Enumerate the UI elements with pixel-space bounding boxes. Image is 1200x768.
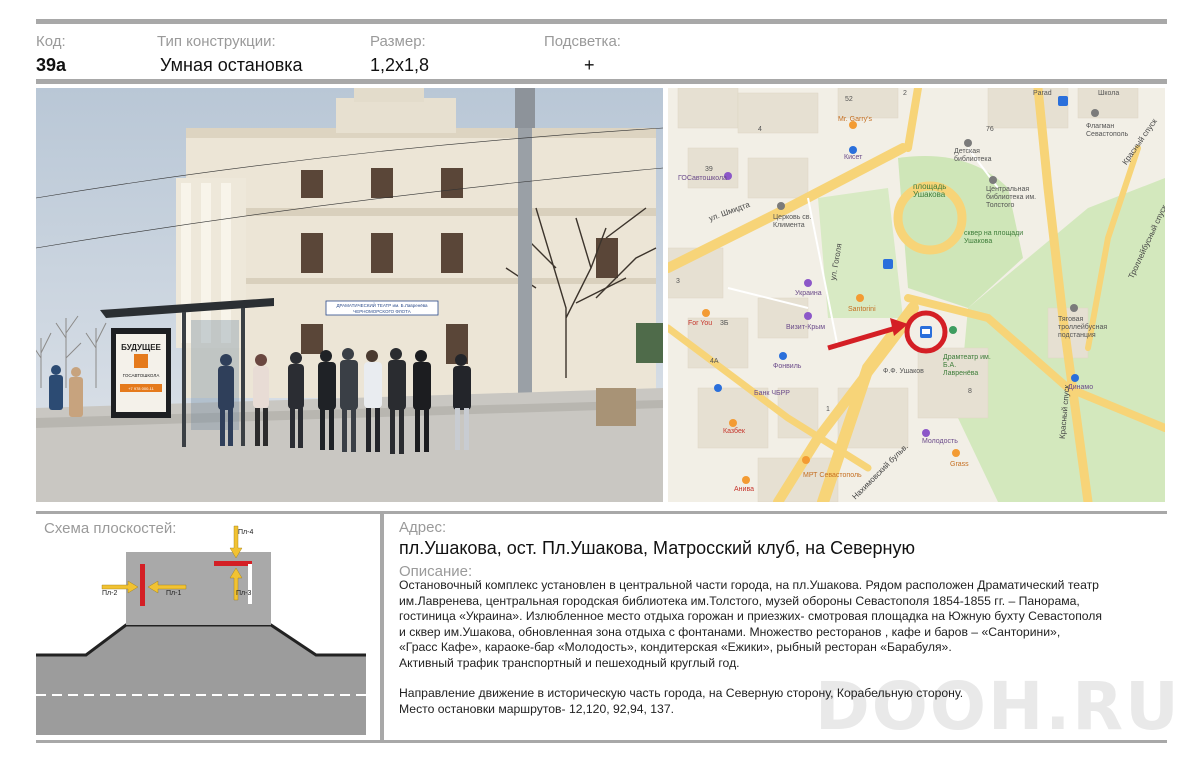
theatre-sign-line2: ЧЕРНОМОРСКОГО ФЛОТА: [353, 309, 411, 314]
light-value: +: [584, 55, 595, 75]
size-label: Размер:: [370, 33, 426, 50]
location-photo: ДРАМАТИЧЕСКИЙ ТЕАТР им. Б.Лавренёва ЧЕРН…: [36, 88, 663, 502]
plane-3-tag: Пл-3: [236, 590, 252, 597]
map-label-ushakov-monument: Ф.Ф. Ушаков: [883, 368, 924, 375]
map-label-76: 76: [986, 126, 994, 133]
map-label-mr-garrys: Mr. Garry's: [838, 116, 873, 123]
map-label-3: 3: [676, 278, 680, 285]
map-label-dinamo: Динамо: [1068, 384, 1094, 391]
vertical-divider: [380, 514, 384, 742]
map-label-gosavtoshkola: ГОСавтошкола: [678, 175, 727, 182]
map-label-molodost: Молодость: [922, 438, 958, 445]
map-label-bank-chbrr: Банк ЧБРР: [754, 390, 790, 397]
description-line: «Грасс Кафе», караоке-бар «Молодость», к…: [399, 640, 952, 654]
map-label-church: Церковь св. Климента: [773, 214, 812, 229]
map-label-1: 1: [826, 406, 830, 413]
map-label-fonvil: Фонвиль: [773, 363, 802, 370]
map-label-for-you: For You: [688, 320, 713, 327]
map-label-mrt: МРТ Севастополь: [803, 472, 862, 479]
description-line: и сквер им.Ушакова, обновленная зона отд…: [399, 624, 1061, 639]
billboard-phone: +7 978 000-11: [128, 386, 154, 391]
map-label-grass: Grass: [950, 461, 969, 468]
plane-1-tag: Пл-1: [166, 590, 182, 597]
type-value: Умная остановка: [160, 55, 303, 75]
plane-4-tag: Пл-4: [238, 529, 254, 536]
scheme-title: Схема плоскостей:: [44, 520, 177, 537]
map-label-kazbek: Казбек: [723, 428, 745, 435]
section-divider: [36, 511, 1167, 514]
map-label-vizit-krym: Визит-Крым: [786, 324, 826, 331]
header-bottom-rule: [36, 79, 1167, 84]
billboard-brand: ГОСАВТОШКОЛА: [123, 373, 160, 378]
map-label-drama-theatre: Драмтеатр им. Б.А. Лавренёва: [943, 354, 991, 377]
map-label-santorini: Santorini: [848, 306, 876, 313]
map-label-ukraina: Украина: [795, 290, 822, 297]
type-label: Тип конструкции:: [157, 33, 276, 50]
description-line: Остановочный комплекс установлен в центр…: [399, 578, 1099, 592]
map-label-child-library: Детская библиотека: [954, 148, 992, 163]
map-label-2: 2: [903, 90, 907, 97]
address-label: Адрес:: [399, 519, 447, 536]
planes-scheme: Пл-4 Пл-2 Пл-1 Пл-3: [36, 520, 376, 740]
code-value: 39а: [36, 55, 67, 75]
map-label-4: 4: [758, 126, 762, 133]
map-label-tolstoy-library: Центральная библиотека им. Толстого: [986, 186, 1037, 209]
direction-line: Направление движение в историческую част…: [399, 686, 964, 700]
description-line: им.Лавренева, центральная городская библ…: [399, 593, 1080, 608]
description-line: гостиница «Украина». Излюбленное место о…: [399, 609, 1103, 623]
address-value: пл.Ушакова, ост. Пл.Ушакова, Матросский …: [399, 538, 915, 558]
size-value: 1,2х1,8: [370, 55, 430, 75]
map-label-8: 8: [968, 388, 972, 395]
map-label-kiset: Кисет: [844, 154, 863, 161]
header-top-rule: [36, 19, 1167, 24]
map-label-substation: Тяговая троллейбусная подстанция: [1058, 316, 1108, 339]
map-label-ushakova-park: сквер на площади Ушакова: [964, 230, 1024, 245]
map-label-52: 52: [845, 96, 853, 103]
map-label-ushakova-square: площадь Ушакова: [913, 182, 947, 199]
map-label-aniva: Анива: [734, 486, 754, 493]
plane-2-tag: Пл-2: [102, 590, 118, 597]
routes-line: Место остановки маршрутов- 12,120, 92,94…: [399, 701, 675, 716]
location-map[interactable]: 52 Mr. Garry's Кисет 4 39 ГОСавтошкола у…: [668, 88, 1165, 502]
map-label-3b: 3Б: [720, 320, 729, 327]
map-label-school: Школа: [1098, 90, 1120, 97]
map-label-39: 39: [705, 166, 713, 173]
map-label-4a: 4А: [710, 358, 719, 365]
billboard-title: БУДУЩЕЕ: [121, 343, 161, 352]
description-text: Остановочный комплекс установлен в центр…: [399, 578, 1189, 717]
description-line: Активный трафик транспортный и пешеходны…: [399, 655, 740, 670]
code-label: Код:: [36, 33, 66, 50]
map-label-parad: Parad: [1033, 90, 1052, 97]
light-label: Подсветка:: [544, 33, 621, 50]
theatre-sign-line1: ДРАМАТИЧЕСКИЙ ТЕАТР им. Б.Лавренёва: [336, 301, 428, 308]
map-label-flagman: Флагман Севастополь: [1086, 123, 1129, 138]
